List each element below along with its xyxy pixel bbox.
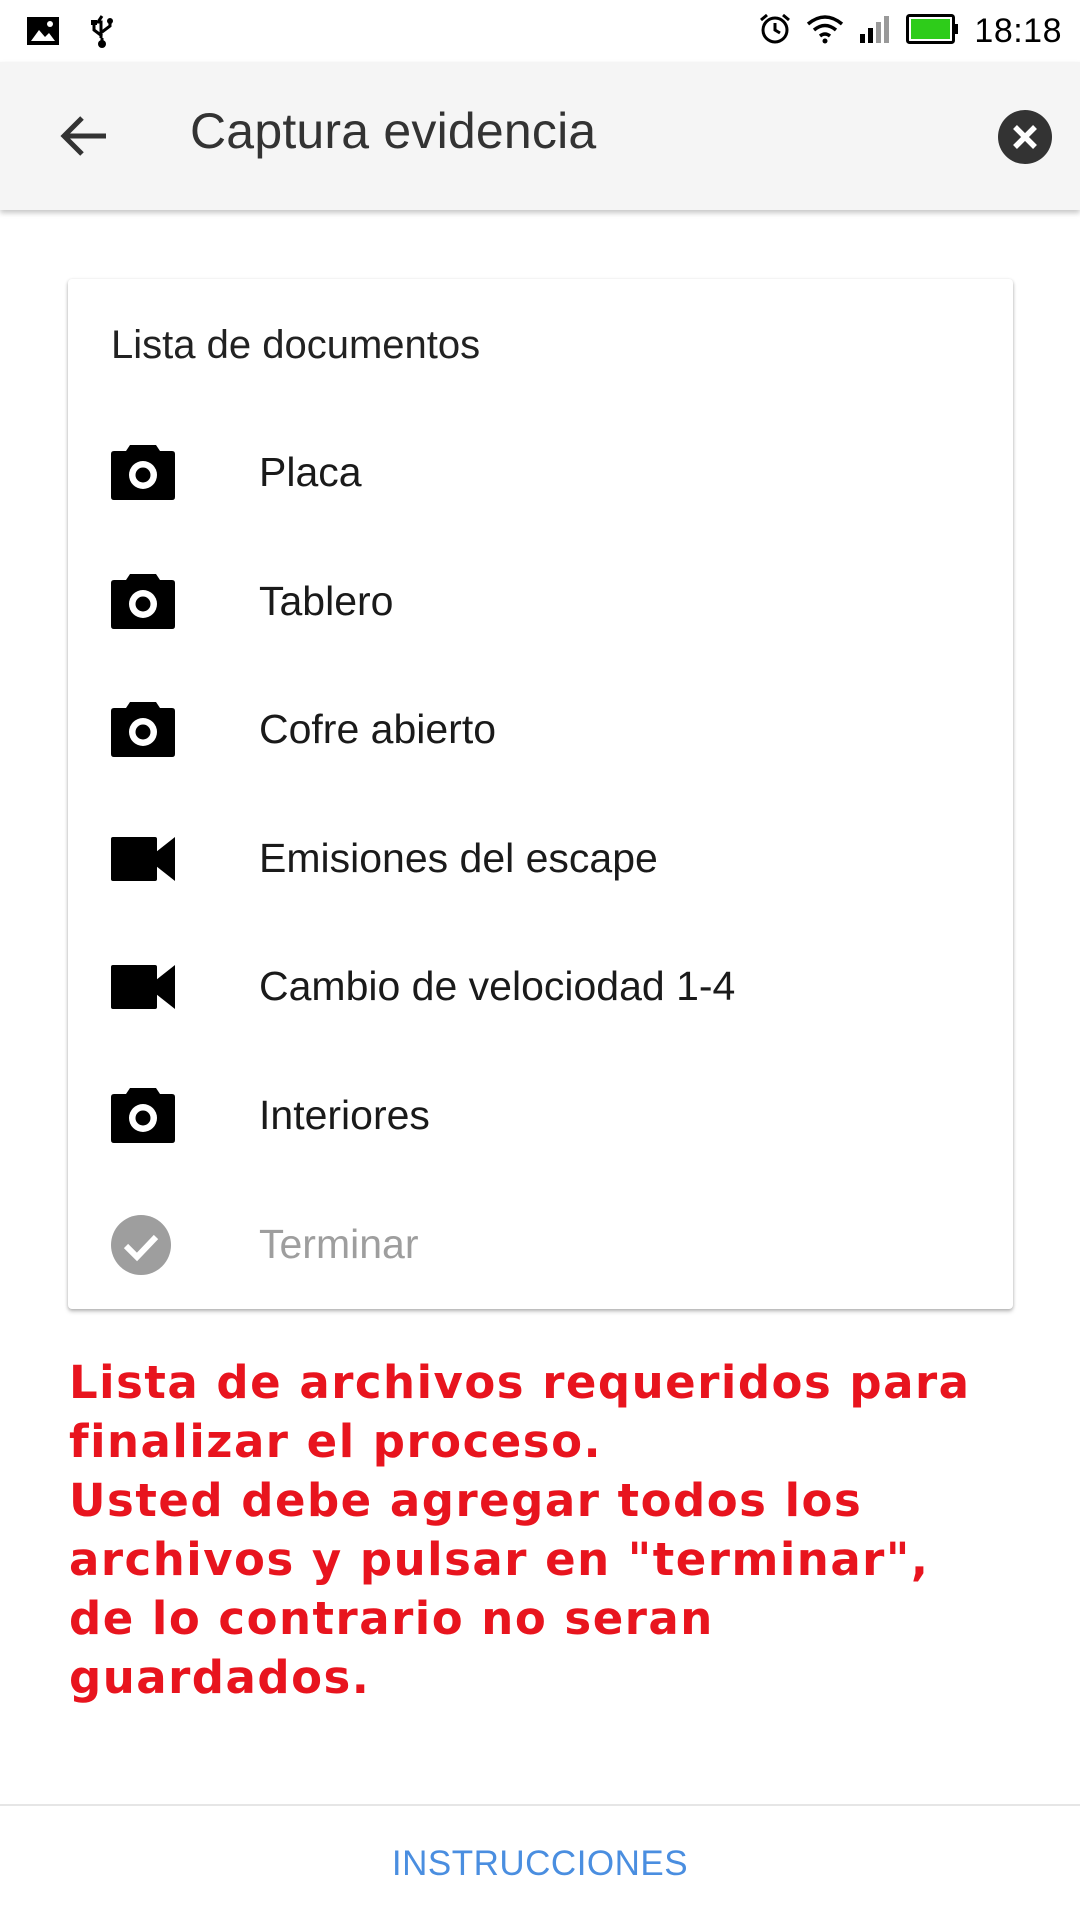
note-line: finalizar el proceso. <box>69 1415 603 1468</box>
status-left-icons <box>26 14 114 53</box>
list-item-cambio-de-velocidad[interactable]: Cambio de velociodad 1-4 <box>68 921 1013 1050</box>
status-time: 18:18 <box>974 11 1062 50</box>
status-bar: 18:18 <box>0 0 1080 62</box>
list-item-label: Cofre abierto <box>259 706 497 753</box>
bottom-bar: INSTRUCCIONES <box>0 1804 1080 1920</box>
screen: 18:18 Captura evidencia Lista de documen… <box>0 0 1080 1920</box>
alarm-icon <box>758 12 792 51</box>
note-line: Lista de archivos requeridos para <box>69 1356 971 1409</box>
cell-signal-icon <box>858 14 892 49</box>
camera-icon <box>110 700 176 758</box>
note-line: de lo contrario no seran <box>69 1592 714 1645</box>
list-item-emisiones-del-escape[interactable]: Emisiones del escape <box>68 793 1013 922</box>
list-item-label: Tablero <box>259 577 394 624</box>
note-line: archivos y pulsar en "terminar", <box>69 1533 930 1586</box>
video-camera-icon <box>110 829 176 887</box>
list-item-label: Cambio de velociodad 1-4 <box>259 963 736 1010</box>
check-circle-icon <box>110 1214 176 1275</box>
camera-icon <box>110 572 176 630</box>
list-item-label: Placa <box>259 449 362 495</box>
list-item-label: Interiores <box>259 1091 430 1138</box>
note-line: guardados. <box>69 1651 371 1704</box>
list-item-placa[interactable]: Placa <box>68 407 1013 536</box>
list-item-cofre-abierto[interactable]: Cofre abierto <box>68 664 1013 793</box>
video-camera-icon <box>110 957 176 1015</box>
list-item-interiores[interactable]: Interiores <box>68 1050 1013 1179</box>
close-circle-icon <box>998 110 1052 164</box>
document-list-card: Lista de documentos Placa Tablero Cofre … <box>68 279 1013 1309</box>
back-button[interactable] <box>52 108 116 164</box>
app-bar: Captura evidencia <box>0 62 1080 210</box>
list-item-terminar[interactable]: Terminar <box>68 1179 1013 1308</box>
arrow-back-icon <box>60 116 106 156</box>
document-list: Placa Tablero Cofre abierto Emisiones de… <box>68 407 1013 1307</box>
close-button[interactable] <box>997 109 1053 165</box>
battery-icon <box>906 13 960 49</box>
list-item-label: Emisiones del escape <box>259 834 658 881</box>
note-line: Usted debe agregar todos los <box>69 1474 863 1527</box>
usb-icon <box>90 14 114 53</box>
instruction-note: Lista de archivos requeridos para finali… <box>69 1353 1029 1707</box>
camera-icon <box>110 1086 176 1144</box>
status-right-icons: 18:18 <box>758 8 1062 54</box>
list-item-tablero[interactable]: Tablero <box>68 536 1013 665</box>
instructions-button[interactable]: INSTRUCCIONES <box>0 1806 1080 1920</box>
list-item-label: Terminar <box>259 1220 419 1267</box>
image-notification-icon <box>26 16 60 51</box>
wifi-icon <box>806 14 844 49</box>
camera-icon <box>110 443 176 501</box>
page-title: Captura evidencia <box>190 103 597 159</box>
card-title: Lista de documentos <box>111 323 481 367</box>
